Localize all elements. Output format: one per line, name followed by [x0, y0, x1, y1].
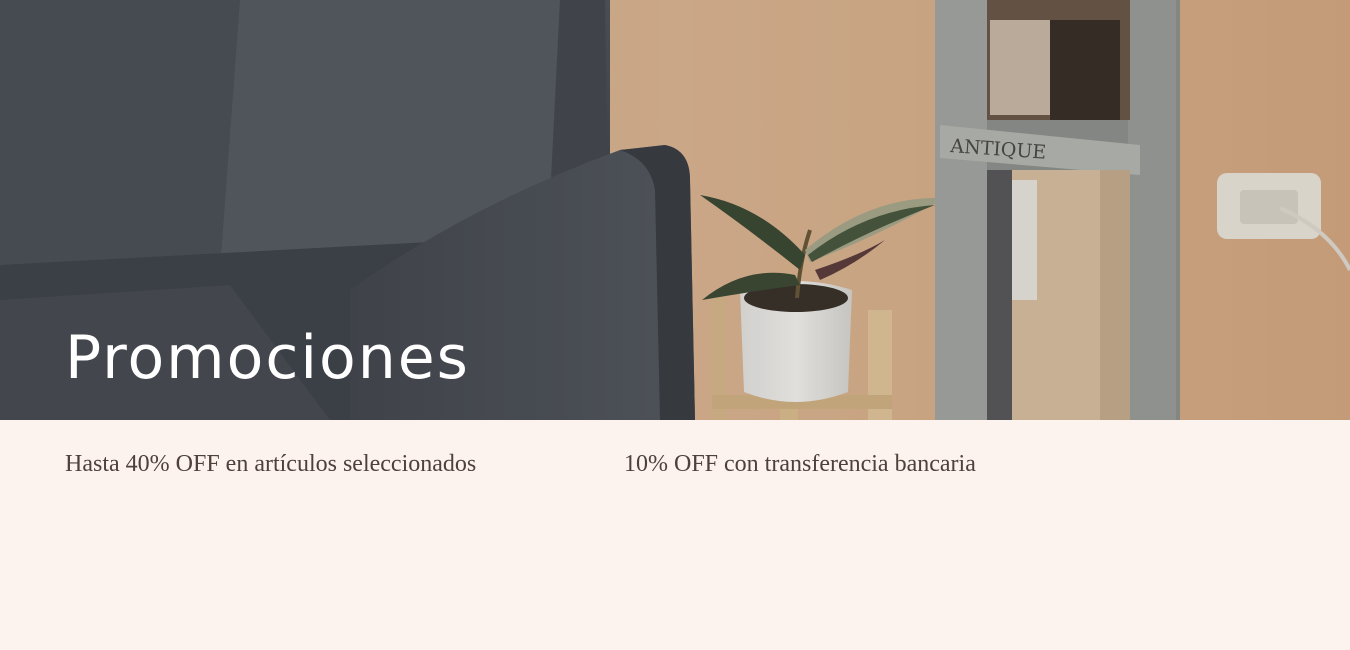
promotion-item: 10% OFF con transferencia bancaria	[624, 451, 976, 477]
promotions-hero-banner: ANTIQUE Promociones	[0, 0, 1350, 420]
promotions-list: Hasta 40% OFF en artículos seleccionados…	[0, 420, 1350, 650]
page-title: Promociones	[65, 323, 470, 393]
promotion-item: Hasta 40% OFF en artículos seleccionados	[65, 451, 477, 477]
